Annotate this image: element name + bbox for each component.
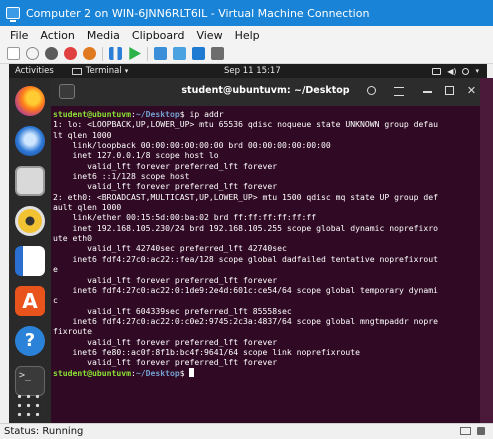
output-line: link/loopback 00:00:00:00:00:00 brd 00:0…	[53, 140, 331, 151]
output-line: valid_lft 42740sec preferred_lft 42740se…	[53, 243, 287, 254]
vm-title-bar: Computer 2 on WIN-6JNN6RLT6IL - Virtual …	[0, 0, 493, 26]
ubuntu-dock: A ? >_	[9, 78, 51, 423]
shutdown-icon[interactable]	[64, 47, 77, 60]
prompt-line: student@ubuntuvm:~/Desktop$	[53, 367, 480, 378]
show-applications-icon[interactable]	[15, 392, 45, 420]
output-line: e	[53, 264, 58, 275]
prompt-path: ~/Desktop	[135, 367, 180, 378]
app-menu-label: Terminal	[85, 66, 122, 76]
vm-toolbar	[0, 44, 493, 64]
help-icon[interactable]: ?	[15, 326, 45, 356]
output-line: lt qlen 1000	[53, 129, 112, 140]
turn-off-icon[interactable]	[45, 47, 58, 60]
prompt-line: student@ubuntuvm:~/Desktop$ ip addr	[53, 109, 480, 119]
output-line: inet6 fdf4:27c0:ac22:0:1de9:2e4d:601c:ce…	[53, 284, 438, 295]
ctrl-alt-del-icon[interactable]	[7, 47, 20, 60]
prompt-symbol: $	[179, 367, 190, 378]
menu-file[interactable]: File	[10, 29, 28, 42]
power-icon[interactable]	[83, 47, 96, 60]
chevron-down-icon: ▾	[475, 67, 479, 75]
output-line: inet 192.168.105.230/24 brd 192.168.105.…	[53, 222, 438, 233]
search-icon[interactable]	[367, 86, 376, 95]
output-line: valid_lft forever preferred_lft forever	[53, 274, 278, 285]
menu-help[interactable]: Help	[235, 29, 260, 42]
menu-media[interactable]: Media	[87, 29, 120, 42]
output-line: ute eth0	[53, 233, 92, 244]
revert-icon[interactable]	[173, 47, 186, 60]
prompt-user: student@ubuntuvm	[53, 109, 131, 119]
output-line: inet6 fdf4:27c0:ac22::fea/128 scope glob…	[53, 253, 438, 264]
pause-icon[interactable]	[109, 47, 122, 60]
desktop-background	[480, 78, 493, 423]
output-line: valid_lft 604339sec preferred_lft 85558s…	[53, 305, 292, 316]
output-line: inet 127.0.0.1/8 scope host lo	[53, 150, 219, 161]
text-cursor	[189, 367, 195, 377]
output-line: c	[53, 295, 58, 306]
output-line: 1: lo: <LOOPBACK,UP,LOWER_UP> mtu 65536 …	[53, 119, 438, 130]
toolbar-separator	[102, 46, 103, 61]
output-line: valid_lft forever preferred_lft forever	[53, 357, 278, 368]
menu-view[interactable]: View	[196, 29, 222, 42]
status-tray	[460, 427, 485, 435]
volume-icon: ◀)	[447, 66, 457, 76]
minimize-icon[interactable]	[423, 91, 432, 93]
terminal-title: student@ubuntuvm: ~/Desktop	[181, 85, 350, 96]
power-menu-icon	[462, 67, 470, 75]
prompt-symbol: $	[179, 109, 190, 119]
status-bar: Status: Running	[0, 423, 493, 439]
output-line: ault qlen 1000	[53, 202, 122, 213]
share-icon[interactable]	[211, 47, 224, 60]
output-line: link/ether 00:15:5d:00:ba:02 brd ff:ff:f…	[53, 212, 317, 223]
output-line: fixroute	[53, 326, 92, 337]
terminal-header-bar: student@ubuntuvm: ~/Desktop ✕	[51, 78, 480, 106]
toolbar-separator	[147, 46, 148, 61]
window-title: Computer 2 on WIN-6JNN6RLT6IL - Virtual …	[26, 6, 370, 20]
command-text: ip addr	[189, 109, 224, 119]
checkpoint-icon[interactable]	[154, 47, 167, 60]
firefox-icon[interactable]	[15, 86, 45, 116]
menu-clipboard[interactable]: Clipboard	[132, 29, 185, 42]
output-line: valid_lft forever preferred_lft forever	[53, 181, 278, 192]
rhythmbox-icon[interactable]	[15, 206, 45, 236]
output-line: valid_lft forever preferred_lft forever	[53, 336, 278, 347]
menu-bar: File Action Media Clipboard View Help	[0, 26, 493, 44]
menu-action[interactable]: Action	[40, 29, 74, 42]
libreoffice-writer-icon[interactable]	[15, 246, 45, 276]
output-line: inet6 fe80::ac0f:8f1b:bc4f:9641/64 scope…	[53, 346, 360, 357]
prompt-user: student@ubuntuvm	[53, 367, 131, 378]
thunderbird-icon[interactable]	[15, 126, 45, 156]
ubuntu-software-icon[interactable]: A	[15, 286, 45, 316]
output-line: inet6 fdf4:27c0:ac22:0:c0e2:9745:2c3a:48…	[53, 315, 438, 326]
system-tray[interactable]: ◀) ▾	[432, 67, 479, 76]
vm-status: Status: Running	[4, 426, 84, 437]
app-menu[interactable]: Terminal ▾	[71, 66, 129, 76]
terminal-app-icon	[71, 67, 82, 75]
activities-button[interactable]: Activities	[15, 66, 54, 76]
close-icon[interactable]: ✕	[465, 84, 478, 97]
maximize-icon[interactable]	[445, 86, 454, 95]
keyboard-icon	[460, 427, 471, 435]
vm-connection-icon	[6, 7, 20, 22]
chevron-down-icon: ▾	[124, 67, 129, 75]
start-icon[interactable]	[26, 47, 39, 60]
network-icon	[432, 67, 442, 75]
lock-icon	[477, 427, 485, 435]
clock[interactable]: Sep 11 15:17	[224, 66, 281, 76]
output-line: inet6 ::1/128 scope host	[53, 171, 190, 182]
prompt-path: ~/Desktop	[135, 109, 180, 119]
resume-icon[interactable]	[129, 47, 141, 60]
output-line: 2: eth0: <BROADCAST,MULTICAST,UP,LOWER_U…	[53, 191, 438, 202]
enhanced-session-icon[interactable]	[192, 47, 205, 60]
hamburger-menu-icon[interactable]	[394, 87, 404, 96]
ubuntu-top-bar: Activities Terminal ▾ Sep 11 15:17 ◀) ▾	[9, 64, 487, 78]
terminal-output[interactable]: student@ubuntuvm:~/Desktop$ ip addr 1: lo…	[51, 106, 480, 423]
files-icon[interactable]	[15, 166, 45, 196]
output-line: valid_lft forever preferred_lft forever	[53, 160, 278, 171]
